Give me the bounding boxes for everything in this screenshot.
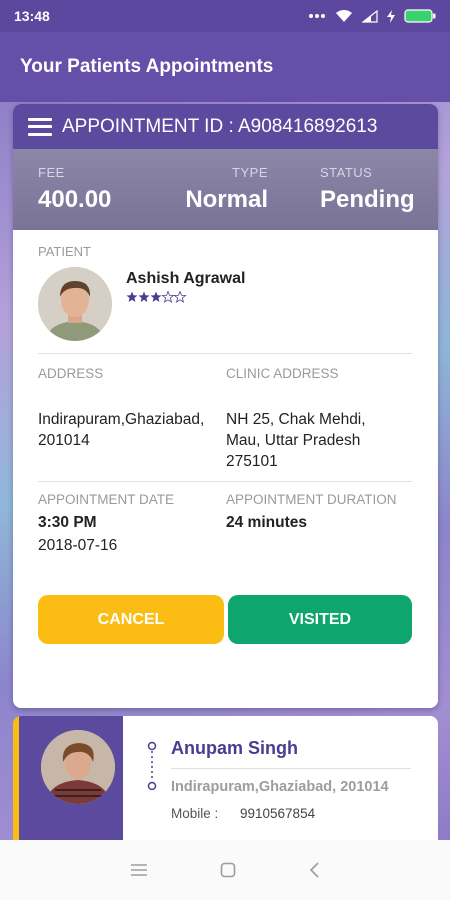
status-block: STATUS Pending <box>320 165 415 214</box>
type-label: TYPE <box>232 165 268 180</box>
next-patient-name: Anupam Singh <box>171 738 298 758</box>
charging-icon <box>387 9 395 23</box>
type-block: TYPE Normal <box>184 165 268 214</box>
clinic-address-label: CLINIC ADDRESS <box>226 366 339 381</box>
fee-block: FEE 400.00 <box>38 165 111 214</box>
home-nav-icon[interactable] <box>220 862 236 878</box>
appointment-time: 3:30 PM <box>38 514 97 531</box>
patient-address: Indirapuram,Ghaziabad, 201014 <box>38 411 205 449</box>
divider <box>38 481 412 482</box>
fee-value: 400.00 <box>38 186 112 213</box>
back-nav-icon[interactable] <box>308 862 320 878</box>
status-value: Pending <box>320 186 415 213</box>
fee-label: FEE <box>38 165 65 180</box>
page-title: Your Patients Appointments <box>20 56 274 77</box>
more-dots-icon <box>309 14 325 18</box>
next-card-sidebar <box>13 716 123 856</box>
rating-stars <box>126 291 188 306</box>
address-label: ADDRESS <box>38 366 104 381</box>
menu-nav-icon[interactable] <box>130 863 148 877</box>
divider <box>171 768 411 769</box>
mobile-label: Mobile : <box>171 806 219 821</box>
patient-name: Ashish Agrawal <box>126 270 246 287</box>
next-appointment-card[interactable]: Anupam Singh Indirapuram,Ghaziabad, 2010… <box>13 716 438 856</box>
type-value: Normal <box>185 186 268 213</box>
appointment-duration-label: APPOINTMENT DURATION <box>226 492 397 507</box>
status-icons <box>308 9 436 23</box>
wifi-icon <box>336 9 352 22</box>
menu-icon[interactable] <box>28 117 52 136</box>
system-nav-bar <box>0 840 450 900</box>
mobile-value: 9910567854 <box>240 806 316 821</box>
appointment-duration: 24 minutes <box>226 514 307 531</box>
appointment-card-header: APPOINTMENT ID : A908416892613 <box>13 104 438 149</box>
visited-button[interactable]: VISITED <box>228 595 412 644</box>
clinic-address: NH 25, Chak Mehdi, Mau, Uttar Pradesh 27… <box>226 411 366 470</box>
status-time: 13:48 <box>14 8 50 24</box>
cancel-button[interactable]: CANCEL <box>38 595 224 644</box>
timeline-icon <box>147 741 157 791</box>
signal-icon <box>362 9 378 23</box>
patient-avatar[interactable] <box>38 267 112 341</box>
appointment-date: 2018-07-16 <box>38 537 118 554</box>
appointment-id: APPOINTMENT ID : A908416892613 <box>62 115 378 137</box>
appointment-summary: FEE 400.00 TYPE Normal STATUS Pending <box>13 149 438 230</box>
appointment-date-label: APPOINTMENT DATE <box>38 492 175 507</box>
appointment-card: APPOINTMENT ID : A908416892613 FEE 400.0… <box>13 104 438 708</box>
next-patient-avatar[interactable] <box>41 730 115 804</box>
next-patient-address: Indirapuram,Ghaziabad, 201014 <box>171 779 389 795</box>
app-header: Your Patients Appointments <box>0 32 450 102</box>
patient-label: PATIENT <box>38 244 91 259</box>
status-bar: 13:48 <box>0 0 450 32</box>
battery-icon <box>404 9 436 23</box>
status-label: STATUS <box>320 165 373 180</box>
divider <box>38 353 412 354</box>
